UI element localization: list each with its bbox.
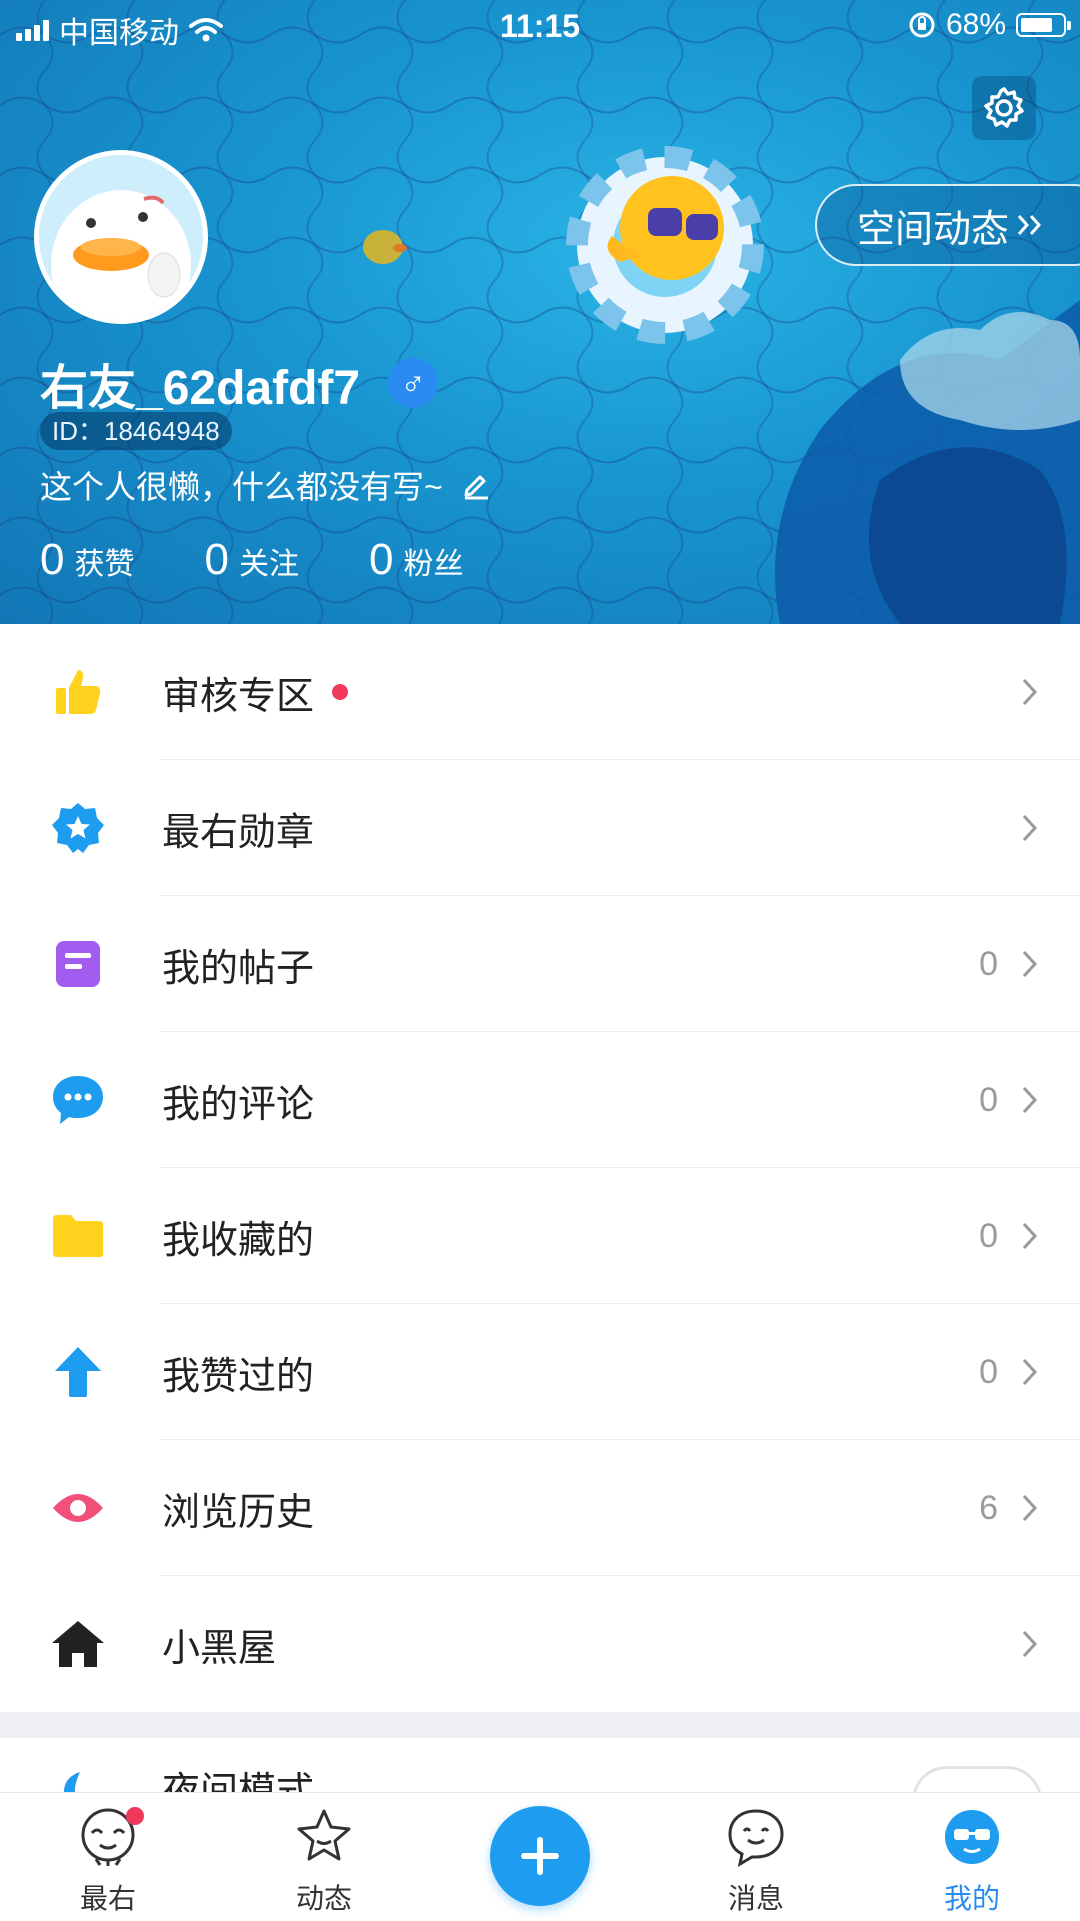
menu-item-blackroom[interactable]: 小黑屋 (0, 1576, 1080, 1712)
house-icon (50, 1616, 106, 1672)
tab-dynamics[interactable]: 动态 (254, 1793, 394, 1921)
plus-icon (521, 1837, 559, 1875)
menu-item-label: 审核专区 (162, 675, 315, 718)
section-separator (0, 1712, 1080, 1738)
male-gender-icon: ♂ (388, 358, 439, 408)
folder-icon (50, 1208, 106, 1264)
chevron-right-icon (1022, 1630, 1038, 1658)
chevron-right-icon (1022, 1358, 1038, 1386)
duck-avatar-image (39, 155, 203, 319)
up-arrow-icon (50, 1344, 106, 1400)
menu-item-count: 6 (979, 1488, 998, 1527)
float-ring-decoration (566, 146, 764, 344)
carrier-label: 中国移动 (59, 17, 179, 50)
chevron-right-icon (1022, 814, 1038, 842)
menu-item-label: 小黑屋 (162, 1627, 277, 1670)
bio-row[interactable]: 这个人很懒，什么都没有写~ (40, 462, 491, 508)
edit-pencil-icon[interactable] (461, 470, 491, 500)
rotation-lock-icon (909, 12, 935, 38)
menu-item-my-comments[interactable]: 我的评论 0 (0, 1032, 1080, 1168)
create-post-button[interactable] (490, 1806, 590, 1906)
message-bubble-icon (728, 1809, 784, 1867)
stat-fans-label: 粉丝 (403, 548, 464, 581)
menu-item-label: 我赞过的 (162, 1355, 315, 1398)
chevron-right-icon (1022, 1222, 1038, 1250)
double-chevron-right-icon (1017, 215, 1042, 235)
tab-zuiyou[interactable]: 最右 (38, 1793, 178, 1921)
bio-text: 这个人很懒，什么都没有写~ (40, 469, 443, 505)
profile-menu: 审核专区 最右勋章 我的帖子 0 我的评论 0 我收藏的 0 我赞过的 0 浏览… (0, 624, 1080, 1712)
battery-icon (1016, 13, 1071, 37)
post-icon (50, 936, 106, 992)
menu-item-night-mode[interactable]: 夜间模式 (0, 1738, 1080, 1798)
battery-percent: 68% (945, 8, 1006, 41)
stats-row: 0 获赞 0 关注 0 粉丝 (40, 535, 463, 585)
tab-label: 最右 (79, 1883, 136, 1914)
menu-item-label: 我的评论 (162, 1083, 315, 1126)
menu-item-label: 最右勋章 (162, 811, 315, 854)
menu-item-my-posts[interactable]: 我的帖子 0 (0, 896, 1080, 1032)
menu-item-count: 0 (979, 1352, 998, 1391)
menu-item-count: 0 (979, 1080, 998, 1119)
stat-following[interactable]: 0 关注 (204, 535, 298, 585)
stat-following-label: 关注 (238, 548, 299, 581)
space-dynamics-label: 空间动态 (857, 208, 1010, 251)
thumbs-up-icon (50, 664, 106, 720)
gear-icon (984, 87, 1024, 128)
tab-label: 消息 (727, 1883, 784, 1914)
stat-fans[interactable]: 0 粉丝 (369, 535, 463, 585)
avatar[interactable] (34, 150, 208, 324)
space-dynamics-button[interactable]: 空间动态 (815, 184, 1080, 266)
menu-item-favorites[interactable]: 我收藏的 0 (0, 1168, 1080, 1304)
tab-me[interactable]: 我的 (902, 1793, 1042, 1921)
wifi-icon (189, 18, 223, 42)
notification-dot (332, 684, 349, 700)
menu-item-medals[interactable]: 最右勋章 (0, 760, 1080, 896)
settings-button[interactable] (972, 76, 1036, 140)
status-bar: 中国移动 11:15 68% (0, 0, 1080, 54)
stat-likes[interactable]: 0 获赞 (40, 535, 134, 585)
tab-label: 动态 (295, 1883, 352, 1914)
medal-icon (50, 800, 106, 856)
star-icon (297, 1809, 351, 1861)
menu-item-history[interactable]: 浏览历史 6 (0, 1440, 1080, 1576)
menu-item-count: 0 (979, 944, 998, 983)
menu-item-review-zone[interactable]: 审核专区 (0, 624, 1080, 760)
chevron-right-icon (1022, 678, 1038, 706)
comment-icon (50, 1072, 106, 1128)
menu-item-label: 浏览历史 (162, 1491, 315, 1534)
signal-icon (16, 19, 49, 41)
menu-item-liked[interactable]: 我赞过的 0 (0, 1304, 1080, 1440)
tab-label: 我的 (943, 1883, 1000, 1914)
profile-header: 中国移动 11:15 68% 空间动态 右友_62dafdf7 ♂ ID：184… (0, 0, 1080, 624)
stat-likes-label: 获赞 (74, 548, 135, 581)
me-face-icon (945, 1810, 999, 1864)
user-id-badge: ID：18464948 (40, 412, 232, 450)
chevron-right-icon (1022, 950, 1038, 978)
eye-icon (50, 1480, 106, 1536)
tab-messages[interactable]: 消息 (686, 1793, 826, 1921)
menu-item-count: 0 (979, 1216, 998, 1255)
username: 右友_62dafdf7 (40, 362, 361, 415)
chevron-right-icon (1022, 1086, 1038, 1114)
stat-fans-value: 0 (368, 535, 394, 584)
stat-likes-value: 0 (40, 535, 65, 584)
notification-badge (126, 1807, 144, 1825)
stat-following-value: 0 (204, 535, 229, 584)
menu-item-label: 我的帖子 (162, 947, 315, 990)
chevron-right-icon (1022, 1494, 1038, 1522)
menu-item-label: 我收藏的 (162, 1219, 315, 1262)
